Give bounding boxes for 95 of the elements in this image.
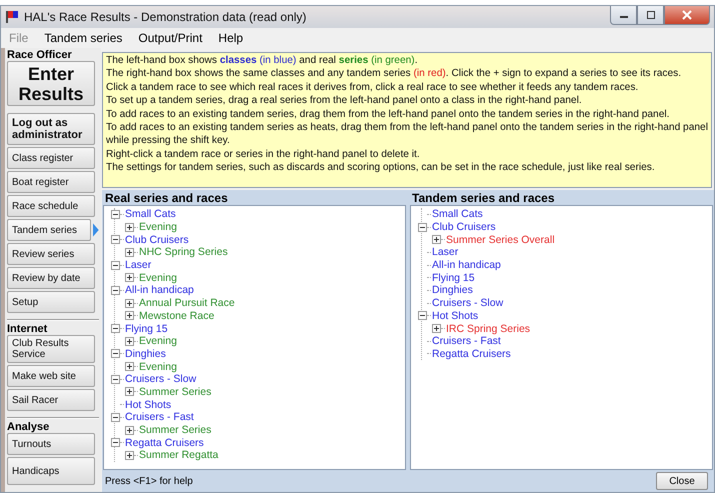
nav-button[interactable]: Club Results Service bbox=[7, 335, 95, 363]
menu-item[interactable]: Help bbox=[218, 31, 244, 45]
collapse-icon[interactable] bbox=[111, 438, 120, 448]
tree-item[interactable]: Mewstone Race bbox=[139, 310, 214, 322]
nav-button[interactable]: Enter Results bbox=[7, 61, 95, 106]
nav-button[interactable]: Turnouts bbox=[7, 433, 95, 455]
instruction-text: To add races to an existing tandem series as heats, drag them from the left-hand panel onto the tandem series in the right-hand panel while pressing the shift key. bbox=[106, 121, 708, 148]
panel-heading: Real series and races bbox=[104, 191, 229, 205]
tree-item[interactable]: Hot Shots bbox=[432, 310, 478, 322]
window-title: HAL's Race Results - Demonstration data (read only) bbox=[24, 10, 308, 24]
instruction-text: The right-hand box shows the same classes and any tandem series (in red). Click the + sign to expand a series to see its races. bbox=[106, 67, 682, 81]
collapse-icon[interactable] bbox=[111, 235, 120, 244]
tree-item[interactable]: Small Cats bbox=[432, 208, 483, 220]
section-heading: Race Officer bbox=[7, 49, 73, 61]
expand-icon[interactable] bbox=[125, 387, 134, 396]
tree-item[interactable]: Regatta Cruisers bbox=[432, 348, 511, 360]
tree-item[interactable]: IRC Spring Series bbox=[446, 322, 530, 335]
tree-item[interactable]: NHC Spring Series bbox=[139, 246, 228, 258]
close-button[interactable]: Close bbox=[656, 472, 708, 490]
tree-item[interactable]: All-in handicap bbox=[125, 284, 194, 296]
close-button[interactable] bbox=[664, 6, 710, 25]
tree-item[interactable]: Dinghies bbox=[432, 284, 473, 296]
expand-icon[interactable] bbox=[125, 248, 134, 257]
tree-item[interactable]: Laser bbox=[432, 246, 458, 258]
nav-button[interactable]: Class register bbox=[7, 147, 95, 169]
section-heading: Internet bbox=[7, 323, 48, 335]
collapse-icon[interactable] bbox=[111, 412, 120, 422]
nav-button[interactable]: Race schedule bbox=[7, 195, 95, 217]
tree-item[interactable]: Hot Shots bbox=[125, 398, 172, 411]
flag-icon bbox=[5, 10, 19, 24]
instruction-text: The left-hand box shows classes (in blue) and real series (in green). bbox=[106, 54, 419, 68]
nav-button[interactable]: Boat register bbox=[7, 171, 95, 193]
expand-icon[interactable] bbox=[125, 222, 134, 232]
collapse-icon[interactable] bbox=[418, 311, 427, 320]
tree-item[interactable]: Summer Series bbox=[139, 424, 212, 436]
instruction-text: To set up a tandem series, drag a real series from the left-hand panel onto a class in the right-hand panel. bbox=[106, 94, 583, 108]
instruction-text: Click a tandem race to see which real races it derives from, click a real race to see whether it feeds any tandem races. bbox=[106, 80, 640, 94]
tree-item[interactable]: Evening bbox=[139, 221, 177, 234]
section-heading: Analyse bbox=[7, 421, 50, 433]
nav-button[interactable]: Setup bbox=[7, 291, 95, 313]
collapse-icon[interactable] bbox=[111, 260, 120, 270]
tree-item[interactable]: Small Cats bbox=[125, 208, 176, 220]
maximize-icon bbox=[646, 11, 656, 19]
close-icon bbox=[681, 10, 693, 20]
menu-item[interactable]: Output/Print bbox=[138, 31, 202, 45]
instruction-text: Right-click a tandem race or series in the right-hand panel to delete it. bbox=[106, 148, 421, 162]
maximize-button[interactable] bbox=[637, 6, 664, 25]
tree-item[interactable]: Flying 15 bbox=[432, 272, 475, 284]
tree-item[interactable]: Cruisers - Fast bbox=[125, 411, 194, 424]
tree-item[interactable]: Summer Regatta bbox=[139, 449, 218, 462]
status-text: Press <F1> for help bbox=[105, 476, 193, 486]
tree-item[interactable]: Laser bbox=[125, 259, 152, 272]
tree-item[interactable]: Evening bbox=[139, 360, 177, 373]
panel-heading: Tandem series and races bbox=[411, 191, 556, 205]
collapse-icon[interactable] bbox=[111, 286, 120, 295]
nav-button[interactable]: Handicaps bbox=[7, 457, 95, 485]
expand-icon[interactable] bbox=[125, 362, 134, 372]
tree-item[interactable]: All-in handicap bbox=[432, 259, 501, 272]
nav-button[interactable]: Make web site bbox=[7, 365, 95, 387]
expand-icon[interactable] bbox=[125, 311, 134, 320]
expand-icon[interactable] bbox=[432, 324, 441, 334]
expand-icon[interactable] bbox=[125, 336, 134, 346]
nav-button[interactable]: Log out as administrator bbox=[7, 113, 95, 145]
nav-button[interactable]: Tandem series bbox=[7, 219, 92, 241]
tree-item[interactable]: Regatta Cruisers bbox=[125, 436, 204, 449]
tree-item[interactable]: Club Cruisers bbox=[125, 234, 189, 246]
expand-icon[interactable] bbox=[432, 235, 441, 244]
tree-item[interactable]: Flying 15 bbox=[125, 322, 168, 335]
expand-icon[interactable] bbox=[125, 426, 134, 435]
collapse-icon[interactable] bbox=[111, 349, 120, 358]
menu-item[interactable]: Tandem series bbox=[44, 31, 122, 45]
collapse-icon[interactable] bbox=[111, 210, 120, 219]
collapse-icon[interactable] bbox=[111, 324, 120, 334]
tree-item[interactable]: Annual Pursuit Race bbox=[139, 297, 235, 310]
tree-item[interactable]: Evening bbox=[139, 272, 177, 284]
expand-icon[interactable] bbox=[125, 273, 134, 282]
expand-icon[interactable] bbox=[125, 298, 134, 308]
nav-button[interactable]: Review series bbox=[7, 243, 95, 265]
tree-item[interactable]: Club Cruisers bbox=[432, 221, 496, 234]
collapse-icon[interactable] bbox=[111, 374, 120, 384]
tree-item[interactable]: Dinghies bbox=[125, 348, 166, 360]
collapse-icon[interactable] bbox=[418, 222, 427, 232]
minimize-button[interactable] bbox=[610, 6, 637, 25]
nav-button[interactable]: Review by date bbox=[7, 267, 95, 289]
pointer-icon bbox=[93, 223, 99, 237]
tree-item[interactable]: Summer Series bbox=[139, 386, 212, 398]
tree-item[interactable]: Cruisers - Slow bbox=[432, 297, 504, 310]
tree-item[interactable]: Evening bbox=[139, 335, 177, 348]
tree-item[interactable]: Cruisers - Fast bbox=[432, 335, 501, 348]
tree-item[interactable]: Cruisers - Slow bbox=[125, 373, 196, 386]
instruction-text: The settings for tandem series, such as discards and scoring options, can be set in the race schedule, just like real series. bbox=[106, 161, 656, 175]
instruction-text: To add races to an existing tandem series, drag them from the left-hand panel onto the tandem series in the right-hand panel. bbox=[106, 108, 670, 122]
tree-item[interactable]: Summer Series Overall bbox=[446, 234, 555, 246]
expand-icon[interactable] bbox=[125, 450, 134, 460]
nav-button[interactable]: Sail Racer bbox=[7, 389, 95, 411]
